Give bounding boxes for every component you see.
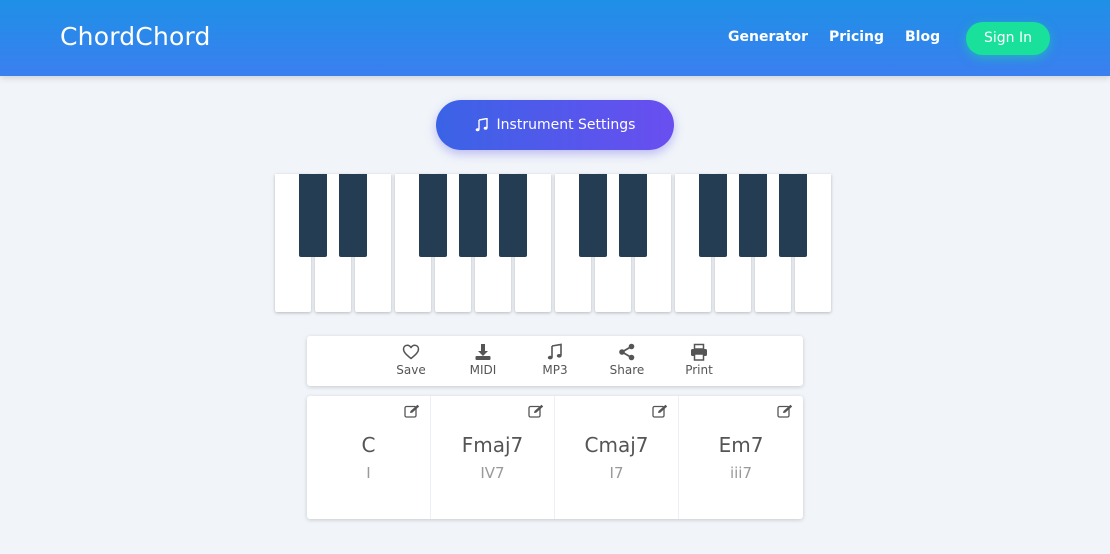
- mp3-label: MP3: [542, 363, 568, 377]
- save-button[interactable]: Save: [381, 343, 441, 377]
- print-icon: [691, 343, 707, 361]
- chord-roman-numeral: I7: [609, 464, 624, 482]
- heart-icon: [402, 344, 420, 360]
- print-button[interactable]: Print: [669, 343, 729, 377]
- midi-button[interactable]: MIDI: [453, 343, 513, 377]
- share-icon: [619, 343, 635, 361]
- black-key[interactable]: [579, 174, 607, 257]
- top-header: ChordChord Generator Pricing Blog Sign I…: [0, 0, 1110, 76]
- music-note-icon: [475, 118, 488, 132]
- black-key[interactable]: [339, 174, 367, 257]
- sign-in-button[interactable]: Sign In: [966, 22, 1050, 55]
- black-key[interactable]: [459, 174, 487, 257]
- chord-name: C: [361, 433, 376, 457]
- midi-label: MIDI: [469, 363, 497, 377]
- black-key[interactable]: [619, 174, 647, 257]
- piano-keyboard[interactable]: [275, 174, 831, 312]
- chord-roman-numeral: I: [366, 464, 371, 482]
- black-key[interactable]: [739, 174, 767, 257]
- chord-card[interactable]: C I: [307, 396, 431, 519]
- edit-icon[interactable]: [652, 404, 668, 418]
- nav-pricing[interactable]: Pricing: [829, 29, 884, 45]
- black-key[interactable]: [779, 174, 807, 257]
- logo[interactable]: ChordChord: [60, 22, 211, 51]
- chord-card[interactable]: Cmaj7 I7: [555, 396, 679, 519]
- black-key[interactable]: [499, 174, 527, 257]
- nav-generator[interactable]: Generator: [728, 29, 808, 45]
- share-button[interactable]: Share: [597, 343, 657, 377]
- edit-icon[interactable]: [777, 404, 793, 418]
- chord-progression: C I Fmaj7 IV7 Cmaj7 I7 Em7 iii7: [307, 396, 803, 519]
- chord-name: Em7: [718, 433, 764, 457]
- action-toolbar: Save MIDI MP3 Share Print: [307, 336, 803, 386]
- save-label: Save: [396, 363, 426, 377]
- instrument-settings-label: Instrument Settings: [496, 117, 636, 133]
- edit-icon[interactable]: [528, 404, 544, 418]
- edit-icon[interactable]: [404, 404, 420, 418]
- chord-card[interactable]: Em7 iii7: [679, 396, 803, 519]
- download-icon: [475, 344, 491, 360]
- black-key[interactable]: [299, 174, 327, 257]
- mp3-button[interactable]: MP3: [525, 343, 585, 377]
- print-label: Print: [685, 363, 713, 377]
- black-key[interactable]: [419, 174, 447, 257]
- chord-name: Fmaj7: [461, 433, 524, 457]
- chord-roman-numeral: iii7: [729, 464, 753, 482]
- chord-card[interactable]: Fmaj7 IV7: [431, 396, 555, 519]
- share-label: Share: [609, 363, 645, 377]
- nav-blog[interactable]: Blog: [905, 29, 940, 45]
- chord-name: Cmaj7: [584, 433, 649, 457]
- chord-roman-numeral: IV7: [480, 464, 505, 482]
- instrument-settings-button[interactable]: Instrument Settings: [436, 100, 674, 150]
- music-note-icon: [547, 343, 562, 360]
- black-key[interactable]: [699, 174, 727, 257]
